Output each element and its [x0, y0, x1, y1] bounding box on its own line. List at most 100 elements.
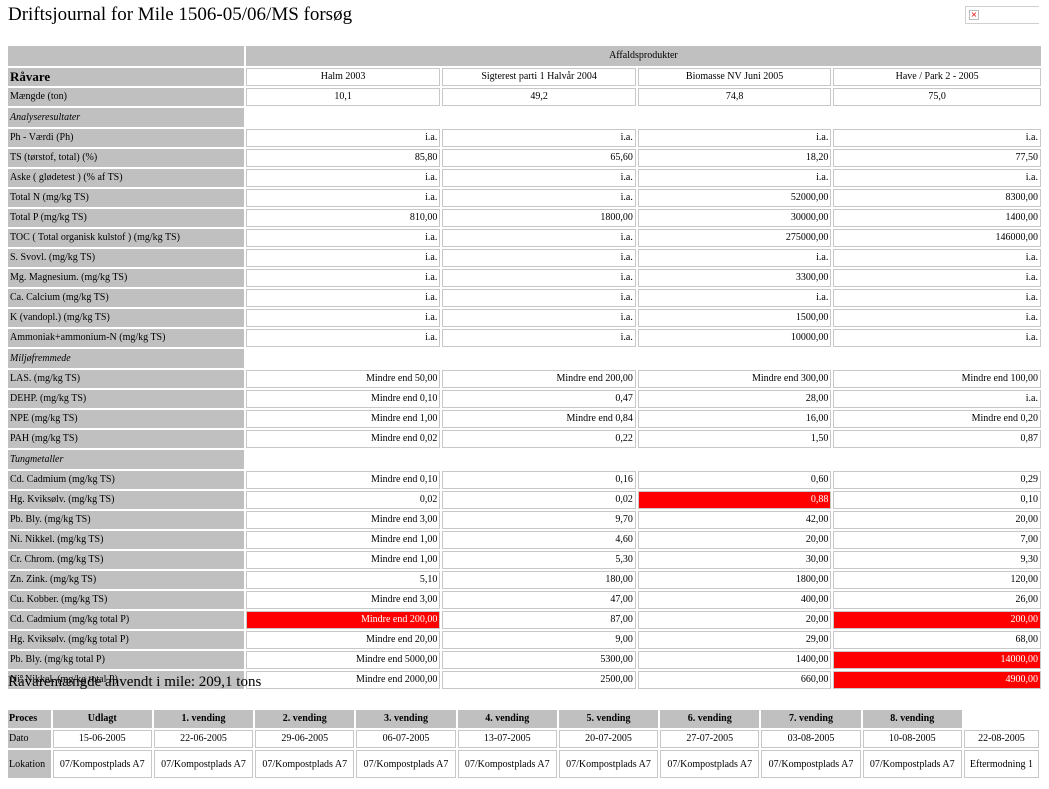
section-spacer [245, 108, 1041, 127]
value-cell: 26,00 [833, 591, 1041, 609]
row-label: Ammoniak+ammonium-N (mg/kg TS) [8, 329, 244, 347]
location-cell: 07/Kompostplads A7 [52, 750, 152, 778]
process-table: Proces Udlagt 1. vending 2. vending 3. vendi… [6, 708, 1041, 780]
value-cell: Mindre end 0,10 [245, 390, 441, 408]
row-label: TOC ( Total organisk kulstof ) (mg/kg TS… [8, 229, 244, 247]
row-label: PAH (mg/kg TS) [8, 430, 244, 448]
value-cell: 30000,00 [637, 209, 832, 227]
location-cell: 07/Kompostplads A7 [255, 750, 355, 778]
process-step-header: 2. vending [255, 710, 355, 728]
amount-cell: 75,0 [833, 88, 1041, 106]
value-cell: Mindre end 0,10 [245, 471, 441, 489]
table-row: LAS. (mg/kg TS) Mindre end 50,00 Mindre en… [8, 370, 1041, 388]
value-cell: 5,10 [245, 571, 441, 589]
row-label: TS (tørstof, total) (%) [8, 149, 244, 167]
value-cell: i.a. [442, 309, 636, 327]
row-label: Total N (mg/kg TS) [8, 189, 244, 207]
value-cell: i.a. [245, 269, 441, 287]
value-cell: Mindre end 20,00 [245, 631, 441, 649]
section-row: Analyseresultater [8, 108, 1041, 127]
value-cell: i.a. [442, 169, 636, 187]
value-cell: 0,29 [833, 471, 1041, 489]
value-cell: 85,80 [245, 149, 441, 167]
value-cell: i.a. [442, 269, 636, 287]
value-cell: 0,10 [833, 491, 1041, 509]
value-cell: i.a. [442, 129, 636, 147]
row-label: Cd. Cadmium (mg/kg TS) [8, 471, 244, 489]
location-cell: 07/Kompostplads A7 [761, 750, 861, 778]
table-row: Ph - Værdi (Ph) i.a. i.a. i.a. i.a. [8, 129, 1041, 147]
location-cell: 07/Kompostplads A7 [862, 750, 962, 778]
value-cell: i.a. [245, 289, 441, 307]
column-header: Sigterest parti 1 Halvår 2004 [442, 68, 636, 86]
flagged-value-cell: 200,00 [833, 611, 1041, 629]
value-cell: 1800,00 [442, 209, 636, 227]
table-row: TS (tørstof, total) (%) 85,80 65,60 18,20 77… [8, 149, 1041, 167]
date-cell: 03-08-2005 [761, 730, 861, 748]
table-row: DEHP. (mg/kg TS) Mindre end 0,10 0,47 28,00… [8, 390, 1041, 408]
analysis-table: Affaldsprodukter Råvare Halm 2003 Sigterest… [6, 44, 1043, 691]
table-row: Cu. Kobber. (mg/kg TS) Mindre end 3,00 47,… [8, 591, 1041, 609]
value-cell: Mindre end 0,20 [833, 410, 1041, 428]
value-cell: Mindre end 3,00 [245, 591, 441, 609]
date-cell: 06-07-2005 [356, 730, 456, 748]
section-title: Analyseresultater [8, 108, 244, 127]
value-cell: i.a. [833, 269, 1041, 287]
value-cell: 42,00 [637, 511, 832, 529]
process-header-row: Proces Udlagt 1. vending 2. vending 3. vendi… [8, 710, 1039, 728]
table-row: Cr. Chrom. (mg/kg TS) Mindre end 1,00 5,30… [8, 551, 1041, 569]
row-label: Ca. Calcium (mg/kg TS) [8, 289, 244, 307]
value-cell: Mindre end 1,00 [245, 410, 441, 428]
location-cell: 07/Kompostplads A7 [660, 750, 760, 778]
row-label: Aske ( glødetest ) (% af TS) [8, 169, 244, 187]
value-cell: i.a. [637, 129, 832, 147]
date-cell: 10-08-2005 [862, 730, 962, 748]
value-cell: i.a. [245, 129, 441, 147]
section-spacer [245, 450, 1041, 469]
process-step-header: 4. vending [457, 710, 557, 728]
value-cell: Mindre end 1,00 [245, 531, 441, 549]
row-label: Cd. Cadmium (mg/kg total P) [8, 611, 244, 629]
table-row: Ammoniak+ammonium-N (mg/kg TS) i.a. i.a. 10… [8, 329, 1041, 347]
value-cell: i.a. [833, 390, 1041, 408]
row-label: Mg. Magnesium. (mg/kg TS) [8, 269, 244, 287]
value-cell: 0,47 [442, 390, 636, 408]
value-cell: 1400,00 [637, 651, 832, 669]
value-cell: i.a. [245, 329, 441, 347]
location-label: Lokation [8, 750, 51, 778]
row-label: Pb. Bly. (mg/kg TS) [8, 511, 244, 529]
value-cell: Mindre end 0,02 [245, 430, 441, 448]
value-cell: i.a. [245, 189, 441, 207]
value-cell: Mindre end 0,84 [442, 410, 636, 428]
process-step-header: 8. vending [862, 710, 962, 728]
broken-image-icon: × [969, 10, 979, 20]
row-label: Cr. Chrom. (mg/kg TS) [8, 551, 244, 569]
section-row: Tungmetaller [8, 450, 1041, 469]
broken-image-placeholder: × [965, 6, 1039, 24]
value-cell: 120,00 [833, 571, 1041, 589]
group-header-row: Affaldsprodukter [8, 46, 1041, 66]
value-cell: Mindre end 100,00 [833, 370, 1041, 388]
table-row: Hg. Kviksølv. (mg/kg total P) Mindre end … [8, 631, 1041, 649]
value-cell: Mindre end 300,00 [637, 370, 832, 388]
value-cell: 65,60 [442, 149, 636, 167]
row-label: Ni. Nikkel. (mg/kg TS) [8, 531, 244, 549]
date-cell: 22-06-2005 [153, 730, 254, 748]
table-row: Hg. Kviksølv. (mg/kg TS) 0,02 0,02 0,88 0,10 [8, 491, 1041, 509]
table-row: Zn. Zink. (mg/kg TS) 5,10 180,00 1800,00 120… [8, 571, 1041, 589]
process-step-header: 7. vending [761, 710, 861, 728]
date-label: Dato [8, 730, 51, 748]
value-cell: 810,00 [245, 209, 441, 227]
value-cell: 0,87 [833, 430, 1041, 448]
value-cell: 4,60 [442, 531, 636, 549]
value-cell: 275000,00 [637, 229, 832, 247]
date-cell: 27-07-2005 [660, 730, 760, 748]
date-cell: 20-07-2005 [558, 730, 659, 748]
table-row: Mg. Magnesium. (mg/kg TS) i.a. i.a. 3300,00… [8, 269, 1041, 287]
value-cell: 52000,00 [637, 189, 832, 207]
section-row: Miljøfremmede [8, 349, 1041, 368]
row-label: Ph - Værdi (Ph) [8, 129, 244, 147]
value-cell: 2500,00 [442, 671, 636, 689]
value-cell: i.a. [833, 329, 1041, 347]
table-row: Pb. Bly. (mg/kg TS) Mindre end 3,00 9,70 42… [8, 511, 1041, 529]
